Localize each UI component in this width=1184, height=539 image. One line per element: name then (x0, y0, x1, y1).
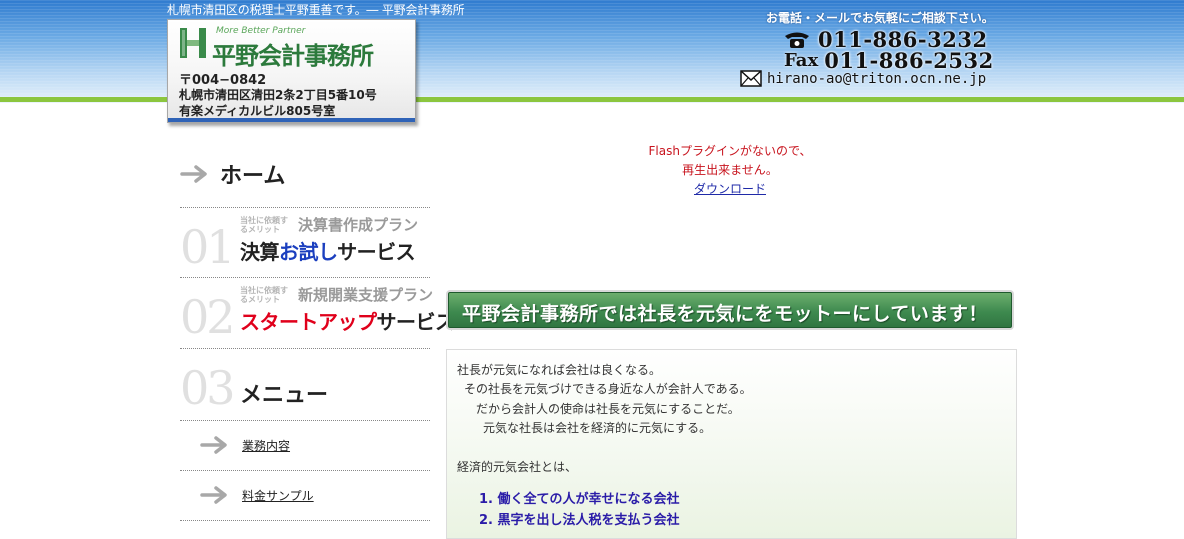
plan-title-highlight: お試し (279, 240, 338, 264)
nav-plan-trial[interactable]: 01 当社に依頼するメリット 決算書作成プラン 決算お試しサービス (180, 212, 430, 282)
nav-sub-link[interactable]: 業務内容 (242, 437, 290, 454)
arrow-right-icon (180, 165, 207, 183)
content-line: だから会計人の使命は社長を元気にすることだ。 (476, 402, 740, 416)
motto-banner: 平野会計事務所では社長を元気にをモットーにしています！ (446, 290, 1014, 330)
email-address[interactable]: hirano-ao@triton.ocn.ne.jp (767, 71, 986, 87)
plan-title: 決算お試しサービス (240, 236, 416, 265)
nav-sub-item-pricing[interactable]: 料金サンプル (200, 486, 314, 504)
telephone-icon (785, 32, 809, 48)
content-line: 元気な社長は会社を経済的に元気にする。 (483, 421, 712, 435)
flash-download-link[interactable]: ダウンロード (610, 180, 850, 199)
nav-divider (180, 470, 430, 471)
flash-notice: Flashプラグインがないので、 再生出来ません。 ダウンロード (610, 142, 850, 199)
site-tagline: 札幌市清田区の税理士平野重善です。― 平野会計事務所 (167, 3, 465, 17)
address-line-2: 有楽メディカルビル805号室 (179, 104, 336, 118)
nav-divider (180, 348, 430, 349)
nav-plan-startup[interactable]: 02 当社に依頼するメリット 新規開業支援プラン スタートアップサービス (180, 282, 455, 352)
flash-message-line-1: Flashプラグインがないので、 (648, 144, 812, 158)
nav-sub-item-services[interactable]: 業務内容 (200, 436, 290, 454)
plan-subtitle: 決算書作成プラン (298, 216, 419, 234)
plan-title-highlight: スタートアップ (240, 310, 377, 334)
plan-merit-label: 当社に依頼するメリット (240, 286, 288, 304)
plan-title: スタートアップサービス (240, 306, 455, 335)
fax-label: Fax (784, 50, 819, 71)
content-line: その社長を元気づけできる身近な人が会計人である。 (464, 382, 752, 396)
nav-home-link[interactable]: ホーム (180, 158, 285, 190)
nav-divider (180, 277, 430, 278)
menu-number: 03 (180, 361, 236, 415)
nav-home-label: ホーム (220, 164, 286, 189)
address-line-1: 札幌市清田区清田2条2丁目5番10号 (179, 88, 377, 102)
logo-subtitle: More Better Partner (216, 26, 306, 36)
flash-message-line-2: 再生出来ません。 (682, 163, 778, 177)
content-list-item: 1. 働く全ての人が幸せになる会社 (479, 492, 680, 507)
mail-icon (740, 70, 762, 87)
nav-divider (180, 207, 430, 208)
nav-divider (180, 420, 430, 421)
menu-label: メニュー (240, 383, 329, 408)
plan-number: 01 (180, 220, 236, 274)
plan-title-part: サービス (376, 310, 456, 334)
content-line: 社長が元気になれば会社は良くなる。 (457, 363, 662, 377)
logo-h-icon (180, 28, 206, 58)
nav-menu-section: 03 メニュー (180, 353, 430, 423)
arrow-right-icon (200, 436, 227, 454)
nav-sub-link[interactable]: 料金サンプル (242, 487, 314, 504)
philosophy-box: 社長が元気になれば会社は良くなる。 その社長を元気づけできる身近な人が会計人であ… (446, 349, 1017, 539)
contact-note: お電話・メールでお気軽にご相談下さい。 (766, 11, 994, 25)
logo-card[interactable]: More Better Partner 平野会計事務所 〒004−0842 札幌… (167, 19, 416, 123)
content-list-item: 2. 黒字を出し法人税を支払う会社 (479, 513, 680, 528)
email-row: hirano-ao@triton.ocn.ne.jp (740, 70, 986, 87)
nav-divider (180, 520, 430, 521)
plan-title-part: 決算 (240, 240, 280, 264)
plan-title-part: サービス (337, 240, 416, 264)
motto-text: 平野会計事務所では社長を元気にをモットーにしています！ (462, 303, 988, 325)
plan-merit-label: 当社に依頼するメリット (240, 216, 288, 234)
plan-subtitle: 新規開業支援プラン (298, 286, 434, 304)
content-heading: 経済的元気会社とは、 (457, 460, 578, 474)
plan-number: 02 (180, 290, 236, 344)
arrow-right-icon (200, 486, 227, 504)
logo-name: 平野会計事務所 (212, 42, 374, 70)
